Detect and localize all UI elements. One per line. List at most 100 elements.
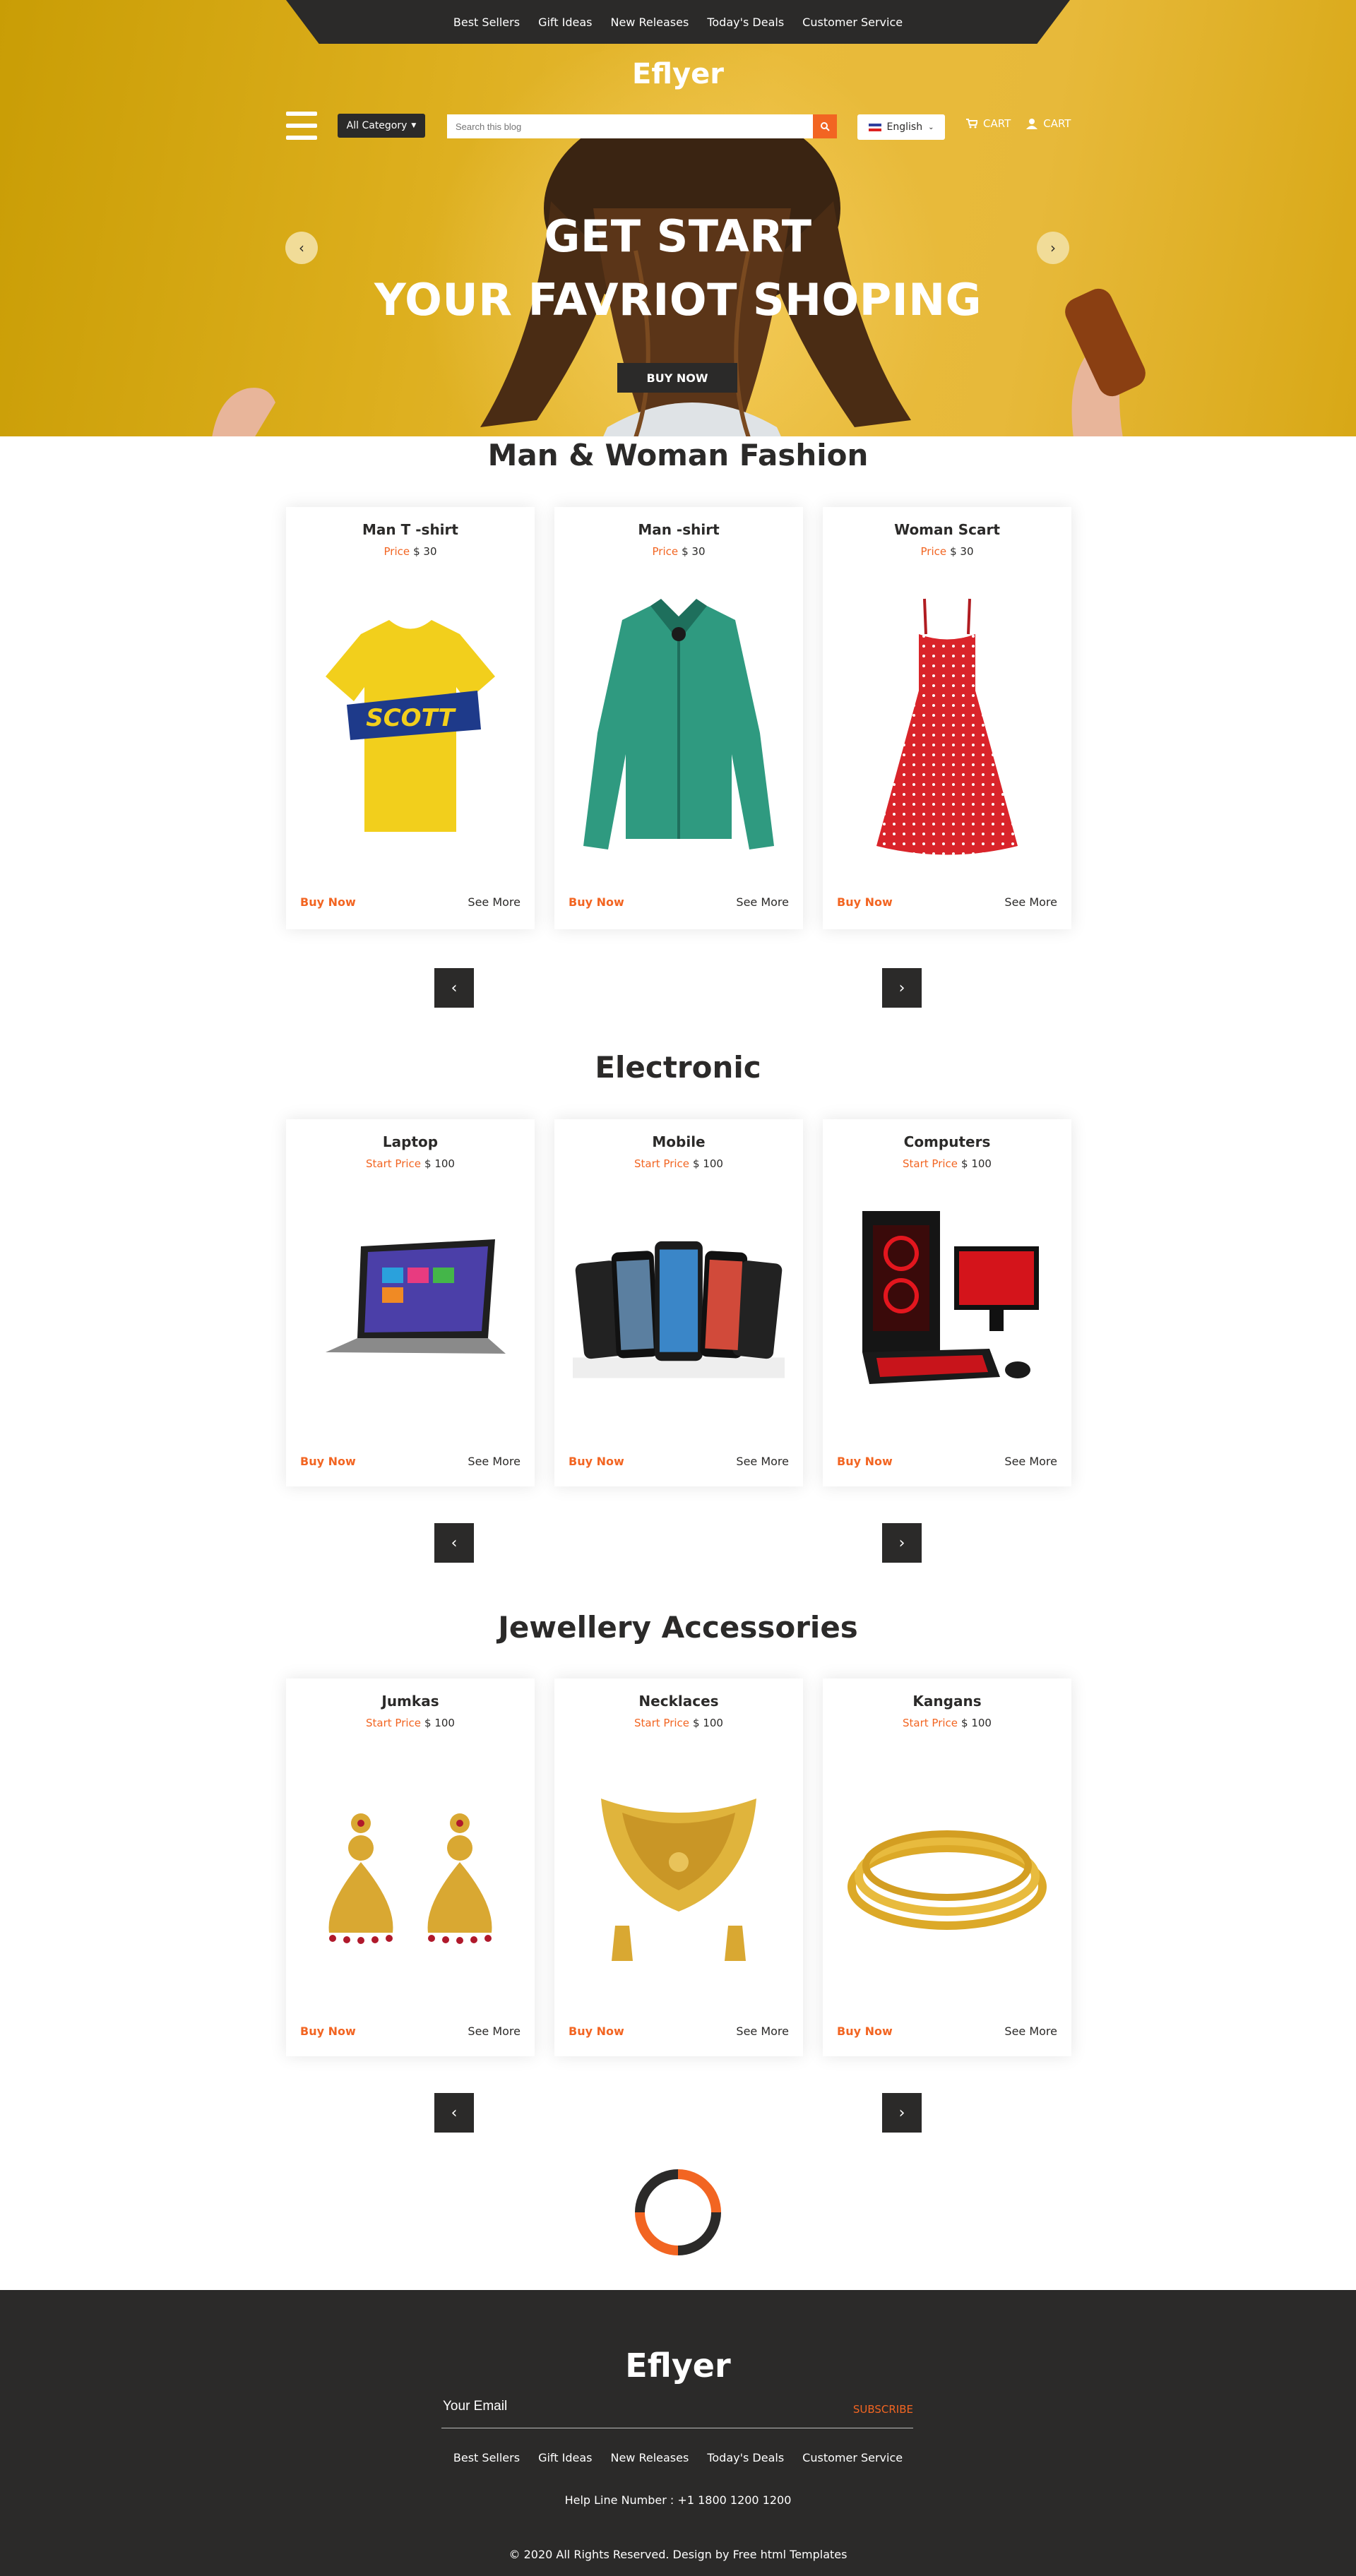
language-dropdown[interactable]: English ⌄ [857,114,945,140]
price-value: $ 100 [961,1157,992,1170]
top-nav-new-releases[interactable]: New Releases [610,16,689,29]
price-label: Start Price [903,1157,958,1170]
see-more-link[interactable]: See More [468,1455,521,1468]
price-value: $ 100 [693,1157,723,1170]
product-name: Computers [903,1133,991,1150]
copyright-text: © 2020 All Rights Reserved. Design by Fr… [509,2548,848,2561]
caret-down-icon: ▼ [411,122,417,129]
category-dropdown[interactable]: All Category ▼ [338,114,425,138]
footer-nav: Best Sellers Gift Ideas New Releases Tod… [0,2451,1356,2464]
top-nav-gift-ideas[interactable]: Gift Ideas [538,16,592,29]
section-title-jewellery: Jewellery Accessories [498,1610,858,1645]
see-more-link[interactable]: See More [736,895,789,909]
footer-nav-gift-ideas[interactable]: Gift Ideas [538,2451,592,2464]
price-label: Price [383,545,410,558]
cart-link[interactable]: CART [983,117,1011,130]
top-nav-bar: Best Sellers Gift Ideas New Releases Tod… [286,0,1070,44]
section-prev-button[interactable]: ‹ [434,2093,474,2133]
search-input[interactable] [447,114,813,138]
product-price: Price $ 30 [823,545,1071,558]
category-label: All Category [346,120,408,131]
see-more-link[interactable]: See More [468,2025,521,2038]
flag-icon [868,123,881,131]
section-next-button[interactable]: › [882,968,922,1008]
buy-now-link[interactable]: Buy Now [300,1455,356,1468]
footer-nav-customer-service[interactable]: Customer Service [802,2451,903,2464]
subscribe-button[interactable]: SUBSCRIBE [853,2403,913,2416]
product-name: Kangans [912,1693,982,1710]
chevron-left-icon: ‹ [451,1534,458,1552]
laptop-image [304,1197,516,1409]
buy-now-link[interactable]: Buy Now [569,1455,624,1468]
cart-icon[interactable] [966,119,977,129]
newsletter-form: SUBSCRIBE [441,2396,913,2428]
buy-now-link[interactable]: Buy Now [569,895,624,909]
menu-icon[interactable] [286,112,317,140]
top-nav-best-sellers[interactable]: Best Sellers [453,16,520,29]
price-value: $ 100 [961,1717,992,1729]
product-card: Man -shirt Price $ 30 Buy Now See More [554,507,803,929]
product-price: Start Price $ 100 [286,1717,535,1729]
price-value: $ 30 [950,545,974,558]
email-input[interactable] [443,2399,796,2414]
product-price: Start Price $ 100 [554,1717,803,1729]
see-more-link[interactable]: See More [736,1455,789,1468]
top-nav-todays-deals[interactable]: Today's Deals [707,16,784,29]
dress-image [841,592,1053,860]
chevron-down-icon: ⌄ [928,123,934,131]
tshirt-image: SCOTT [304,599,516,853]
footer-nav-best-sellers[interactable]: Best Sellers [453,2451,520,2464]
top-nav-customer-service[interactable]: Customer Service [802,16,903,29]
account-link[interactable]: CART [1043,117,1071,130]
hero-title-line2: YOUR FAVRIOT SHOPING [374,274,982,326]
footer-nav-todays-deals[interactable]: Today's Deals [707,2451,784,2464]
see-more-link[interactable]: See More [1004,1455,1057,1468]
buy-now-link[interactable]: Buy Now [837,2025,893,2038]
product-price: Start Price $ 100 [286,1157,535,1170]
see-more-link[interactable]: See More [736,2025,789,2038]
product-price: Start Price $ 100 [554,1157,803,1170]
user-icon[interactable] [1026,118,1038,129]
see-more-link[interactable]: See More [1004,2025,1057,2038]
product-price: Start Price $ 100 [823,1157,1071,1170]
buy-now-link[interactable]: Buy Now [300,895,356,909]
buy-now-link[interactable]: Buy Now [837,895,893,909]
buy-now-link[interactable]: Buy Now [569,2025,624,2038]
product-name: Jumkas [381,1693,439,1710]
section-next-button[interactable]: › [882,2093,922,2133]
search-icon [821,122,830,131]
language-label: English [886,121,923,133]
footer-brand-logo[interactable]: Eflyer [0,2347,1356,2385]
footer-nav-new-releases[interactable]: New Releases [610,2451,689,2464]
see-more-link[interactable]: See More [468,895,521,909]
chevron-right-icon: › [898,979,905,997]
hero-banner: Best Sellers Gift Ideas New Releases Tod… [0,0,1356,436]
chevron-right-icon: › [898,1534,905,1552]
buy-now-link[interactable]: Buy Now [837,1455,893,1468]
see-more-link[interactable]: See More [1004,895,1057,909]
product-name: Man -shirt [638,521,720,538]
section-title-fashion: Man & Woman Fashion [487,438,869,472]
brand-logo[interactable]: Eflyer [0,58,1356,90]
product-card: Kangans Start Price $ 100 Buy Now See Mor… [823,1678,1071,2056]
search-bar [447,114,837,138]
section-prev-button[interactable]: ‹ [434,968,474,1008]
price-value: $ 30 [413,545,437,558]
chevron-left-icon: ‹ [451,979,458,997]
bangles-image [841,1799,1053,1968]
product-name: Laptop [382,1133,439,1150]
hero-title-line1: GET START [544,210,812,262]
chevron-left-icon: ‹ [451,2104,458,2122]
search-button[interactable] [813,114,837,138]
hero-buy-now-button[interactable]: BUY NOW [617,363,737,393]
loading-spinner-icon [617,2151,739,2274]
price-value: $ 100 [424,1157,455,1170]
product-card: Laptop Start Price $ 100 Buy Now See More [286,1119,535,1486]
section-prev-button[interactable]: ‹ [434,1523,474,1563]
product-name: Mobile [652,1133,706,1150]
price-value: $ 100 [424,1717,455,1729]
buy-now-link[interactable]: Buy Now [300,2025,356,2038]
section-next-button[interactable]: › [882,1523,922,1563]
cart-area: CART CART [966,117,1071,130]
product-price: Start Price $ 100 [823,1717,1071,1729]
